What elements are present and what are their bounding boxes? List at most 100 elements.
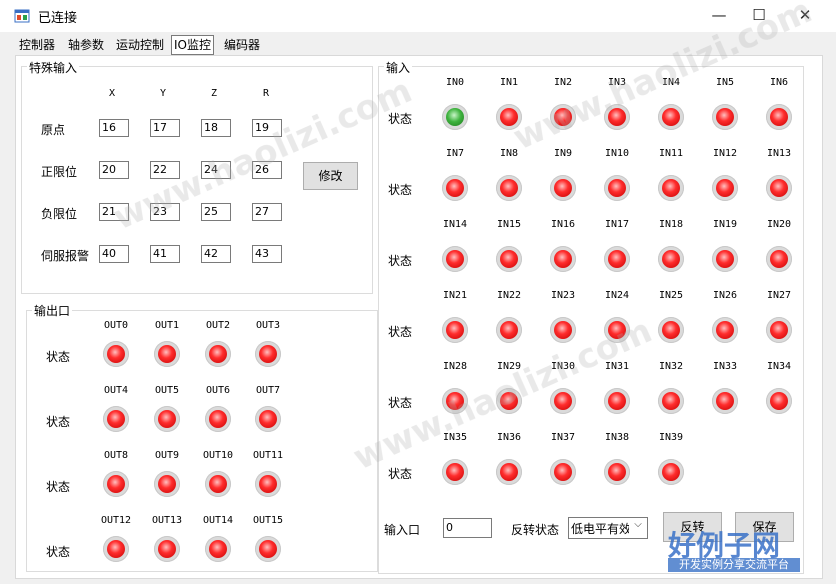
input-port-label: IN36 xyxy=(496,432,522,443)
input-led-in29 xyxy=(496,388,522,414)
servo-alarm-x-field[interactable]: 40 xyxy=(99,245,129,263)
input-port-field[interactable]: 0 xyxy=(443,518,492,538)
input-port-label: 输入口 xyxy=(384,523,421,537)
input-led-in22 xyxy=(496,317,522,343)
close-button[interactable]: ✕ xyxy=(782,0,828,32)
input-port-label: IN2 xyxy=(553,77,573,88)
input-led-in20-core xyxy=(770,250,788,268)
output-led-out4-core xyxy=(107,410,125,428)
negative-limit-label: 负限位 xyxy=(41,207,78,221)
invert-state-select[interactable]: 低电平有效 ⌵ xyxy=(568,517,648,539)
tab-motion-control[interactable]: 运动控制 xyxy=(116,36,164,54)
input-port-label: IN30 xyxy=(550,361,576,372)
modify-button[interactable]: 修改 xyxy=(303,162,358,190)
input-group xyxy=(378,66,804,574)
output-led-out1 xyxy=(154,341,180,367)
input-led-in9-core xyxy=(554,179,572,197)
input-led-in26-core xyxy=(716,321,734,339)
input-led-in11-core xyxy=(662,179,680,197)
output-led-out8 xyxy=(103,471,129,497)
home-z-field[interactable]: 18 xyxy=(201,119,231,137)
home-y-field[interactable]: 17 xyxy=(150,119,180,137)
input-port-label: IN27 xyxy=(766,290,792,301)
output-led-out9 xyxy=(154,471,180,497)
input-led-in22-core xyxy=(500,321,518,339)
input-led-in36-core xyxy=(500,463,518,481)
axis-z-label: Z xyxy=(211,88,218,99)
input-led-in15-core xyxy=(500,250,518,268)
tab-encoder[interactable]: 编码器 xyxy=(224,36,260,54)
input-led-in3 xyxy=(604,104,630,130)
input-led-in2 xyxy=(550,104,576,130)
output-led-out6 xyxy=(205,406,231,432)
output-led-out0-core xyxy=(107,345,125,363)
output-led-out9-core xyxy=(158,475,176,493)
input-led-in36 xyxy=(496,459,522,485)
maximize-button[interactable]: ☐ xyxy=(736,0,782,32)
input-port-label: IN22 xyxy=(496,290,522,301)
input-port-label: IN4 xyxy=(661,77,681,88)
input-port-label: IN7 xyxy=(445,148,465,159)
servo-alarm-r-field[interactable]: 43 xyxy=(252,245,282,263)
output-led-out2-core xyxy=(209,345,227,363)
positive-limit-z-field[interactable]: 24 xyxy=(201,161,231,179)
output-led-out7 xyxy=(255,406,281,432)
home-r-field[interactable]: 19 xyxy=(252,119,282,137)
output-led-out5-core xyxy=(158,410,176,428)
negative-limit-z-field[interactable]: 25 xyxy=(201,203,231,221)
positive-limit-x-field[interactable]: 20 xyxy=(99,161,129,179)
tab-axis-params[interactable]: 轴参数 xyxy=(68,36,104,54)
tab-controller[interactable]: 控制器 xyxy=(19,36,55,54)
input-led-in8 xyxy=(496,175,522,201)
input-led-in12 xyxy=(712,175,738,201)
input-title: 输入 xyxy=(384,59,413,76)
input-led-in25-core xyxy=(662,321,680,339)
input-led-in8-core xyxy=(500,179,518,197)
input-led-in14 xyxy=(442,246,468,272)
input-led-in5 xyxy=(712,104,738,130)
input-led-in21 xyxy=(442,317,468,343)
special-input-title: 特殊输入 xyxy=(27,59,80,76)
servo-alarm-z-field[interactable]: 42 xyxy=(201,245,231,263)
input-led-in30-core xyxy=(554,392,572,410)
input-led-in25 xyxy=(658,317,684,343)
app-icon xyxy=(14,9,30,23)
output-led-out3 xyxy=(255,341,281,367)
input-led-in37-core xyxy=(554,463,572,481)
positive-limit-y-field[interactable]: 22 xyxy=(150,161,180,179)
input-led-in31-core xyxy=(608,392,626,410)
input-led-in31 xyxy=(604,388,630,414)
input-led-in20 xyxy=(766,246,792,272)
input-led-in17 xyxy=(604,246,630,272)
input-port-label: IN13 xyxy=(766,148,792,159)
negative-limit-y-field[interactable]: 23 xyxy=(150,203,180,221)
output-port-label: OUT3 xyxy=(255,320,281,331)
invert-state-label: 反转状态 xyxy=(511,523,560,537)
output-led-out15 xyxy=(255,536,281,562)
negative-limit-x-field[interactable]: 21 xyxy=(99,203,129,221)
output-led-out13 xyxy=(154,536,180,562)
input-led-in35 xyxy=(442,459,468,485)
input-port-label: IN28 xyxy=(442,361,468,372)
input-led-in13 xyxy=(766,175,792,201)
input-state-label: 状态 xyxy=(388,467,413,481)
input-led-in32 xyxy=(658,388,684,414)
input-led-in34-core xyxy=(770,392,788,410)
input-port-label: IN25 xyxy=(658,290,684,301)
input-led-in21-core xyxy=(446,321,464,339)
output-state-label: 状态 xyxy=(46,480,71,494)
negative-limit-r-field[interactable]: 27 xyxy=(252,203,282,221)
tab-io-monitor[interactable]: IO监控 xyxy=(171,35,214,55)
input-port-label: IN20 xyxy=(766,219,792,230)
servo-alarm-y-field[interactable]: 41 xyxy=(150,245,180,263)
input-state-label: 状态 xyxy=(388,112,413,126)
input-port-label: IN15 xyxy=(496,219,522,230)
input-port-label: IN18 xyxy=(658,219,684,230)
positive-limit-r-field[interactable]: 26 xyxy=(252,161,282,179)
input-led-in1-core xyxy=(500,108,518,126)
home-x-field[interactable]: 16 xyxy=(99,119,129,137)
title-bar: 已连接 — ☐ ✕ xyxy=(0,0,836,32)
input-led-in28-core xyxy=(446,392,464,410)
input-port-label: IN12 xyxy=(712,148,738,159)
input-led-in18 xyxy=(658,246,684,272)
